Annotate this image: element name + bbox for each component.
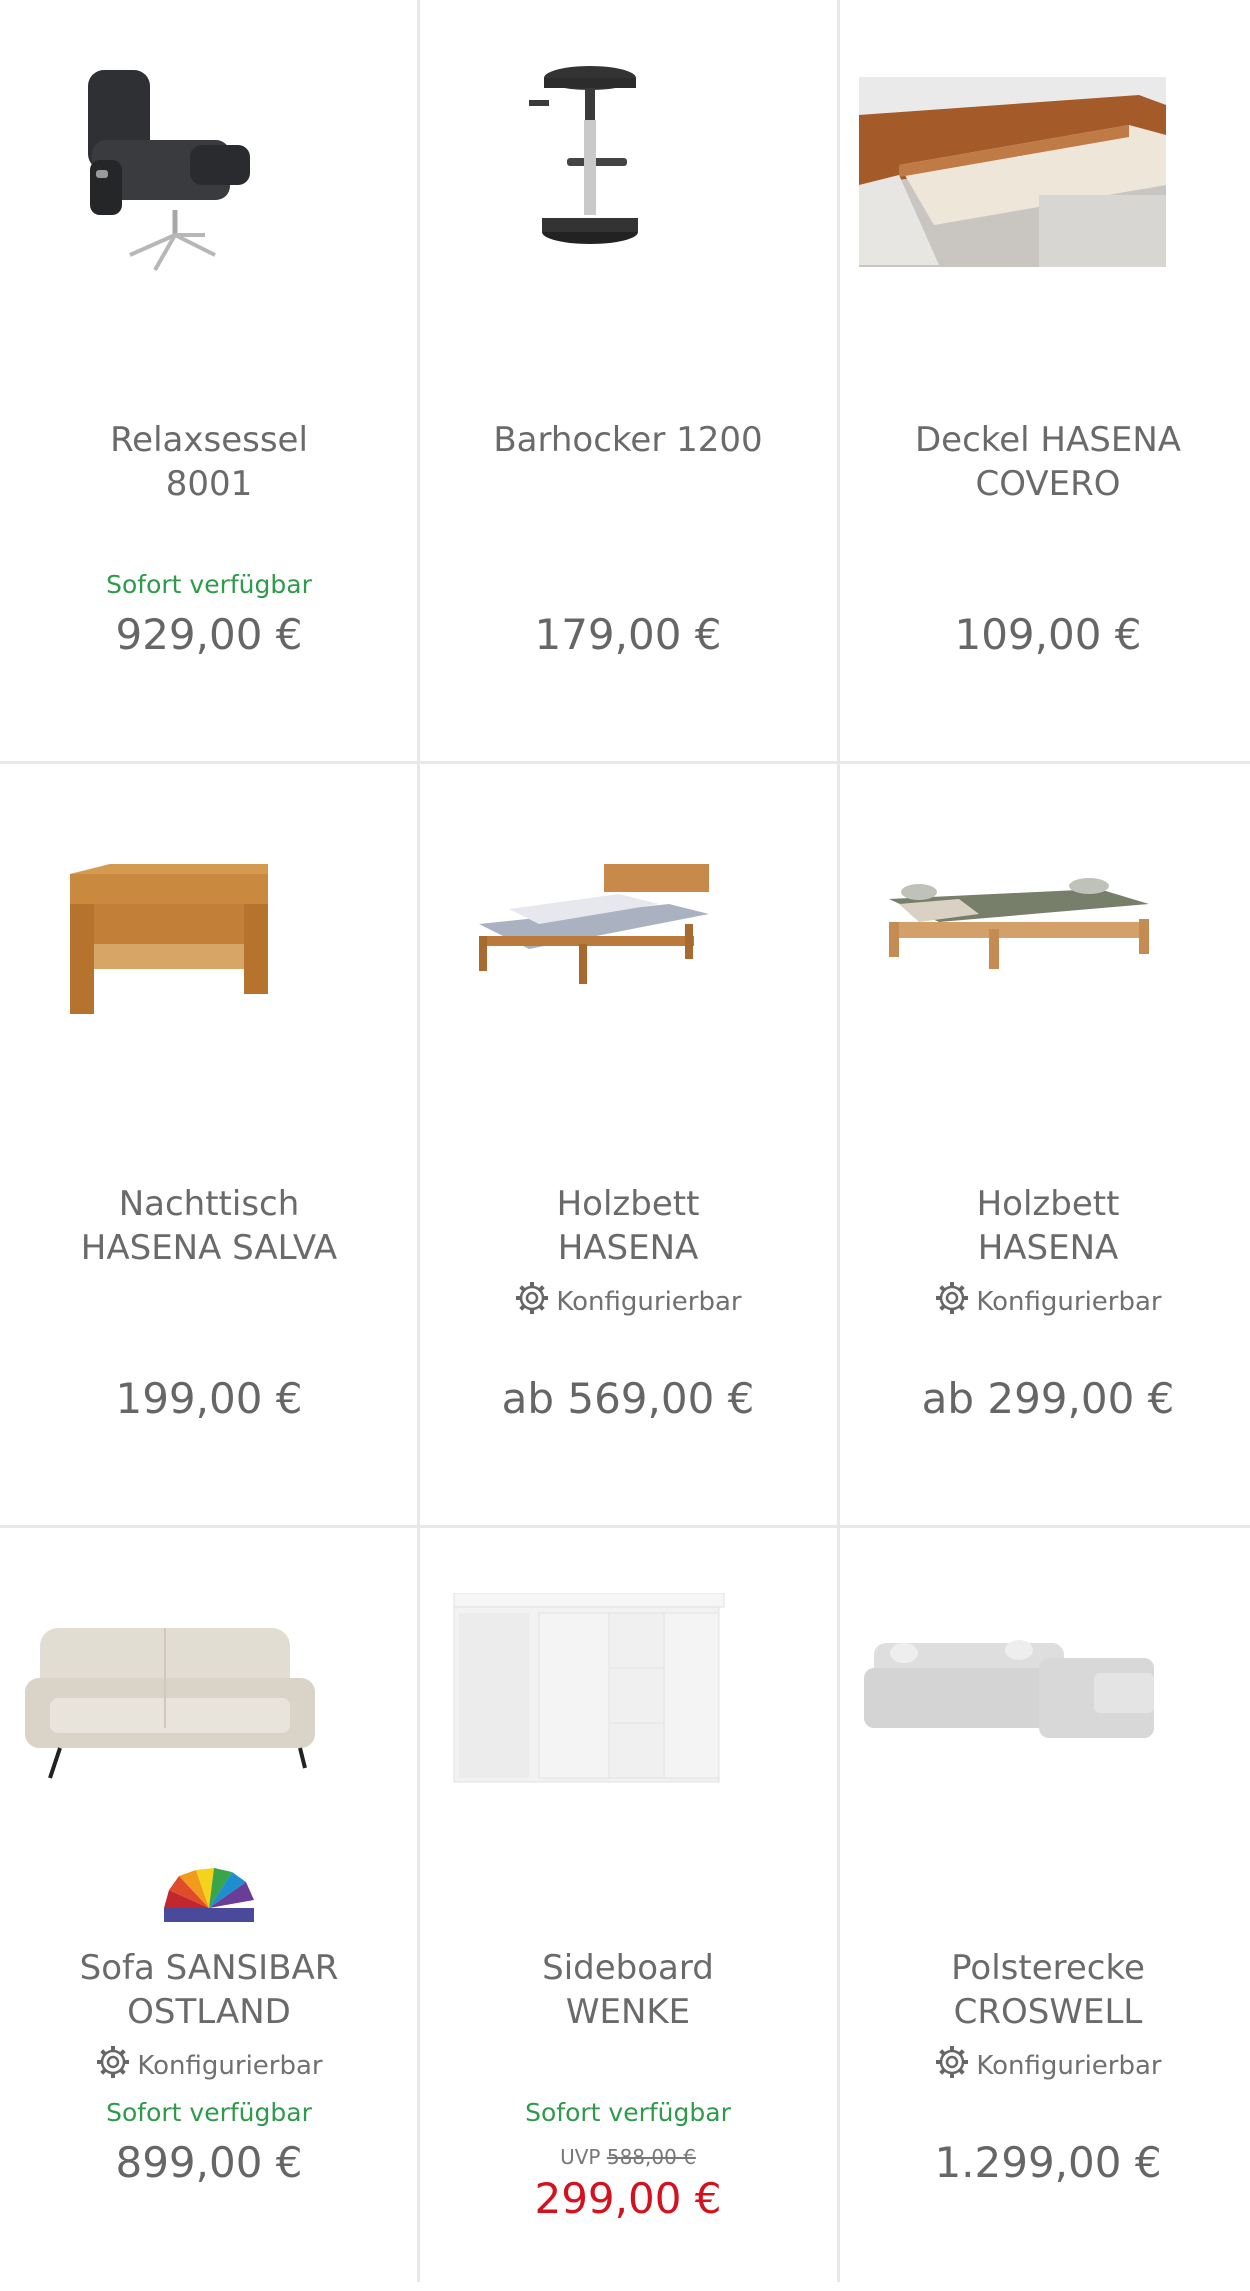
color-fan-logo [0,1868,418,1923]
gear-icon [95,2044,131,2087]
availability-label: Sofort verfügbar [106,2098,312,2127]
corner-sofa-image[interactable] [839,1588,1250,1788]
product-card[interactable]: Sideboard WENKE Sofort verfügbar UVP 588… [419,1528,837,2291]
white-sideboard-image[interactable] [419,1592,837,1793]
product-title-line: Deckel HASENA [914,420,1182,460]
sale-price: 299,00 € [534,2174,722,2223]
product-title[interactable]: Relaxsessel 8001 [20,418,398,506]
sofa-image[interactable] [0,1588,418,1788]
product-title-line: CROSWELL [953,1992,1143,2032]
gear-icon [934,2044,970,2087]
gear-icon [514,1280,550,1323]
product-card[interactable]: Barhocker 1200 179,00 € [419,0,837,763]
availability-label: Sofort verfügbar [525,2098,731,2127]
product-title[interactable]: Barhocker 1200 [439,418,817,462]
recliner-armchair-image[interactable] [0,60,418,280]
product-price: 199,00 € [115,1374,303,1423]
product-title[interactable]: Holzbett HASENA [439,1182,817,1270]
product-title-line: 8001 [165,464,253,504]
product-title-line: WENKE [565,1992,691,2032]
bar-stool-image[interactable] [419,60,837,280]
product-title-line: Nachttisch [118,1184,300,1224]
configurable-label: Konfigurierbar [556,1286,742,1317]
product-title[interactable]: Deckel HASENA COVERO [859,418,1237,506]
gear-icon [934,1280,970,1323]
product-title[interactable]: Holzbett HASENA [859,1182,1237,1270]
product-title-line: OSTLAND [127,1992,291,2032]
configurable-label: Konfigurierbar [976,2050,1162,2081]
product-card[interactable]: Holzbett HASENA Konfigurierbar ab 299,00… [839,764,1250,1527]
product-title[interactable]: Sofa SANSIBAR OSTLAND [20,1946,398,2034]
product-price: ab 299,00 € [921,1374,1175,1423]
product-title[interactable]: Polsterecke CROSWELL [859,1946,1237,2034]
product-title[interactable]: Nachttisch HASENA SALVA [20,1182,398,1270]
product-title-line: HASENA SALVA [80,1228,338,1268]
product-price: 179,00 € [534,610,722,659]
product-title-line: Barhocker 1200 [493,420,763,460]
product-card[interactable]: Sofa SANSIBAR OSTLAND Konfigurierbar Sof… [0,1528,418,2291]
configurable-badge: Konfigurierbar [0,2044,418,2087]
product-card[interactable]: Polsterecke CROSWELL Konfigurierbar 1.29… [839,1528,1250,2291]
configurable-badge: Konfigurierbar [839,2044,1250,2087]
product-title-line: Holzbett [556,1184,700,1224]
product-price: 929,00 € [115,610,303,659]
wood-bed-image[interactable] [419,844,837,994]
nightstand-image[interactable] [0,824,418,1024]
configurable-label: Konfigurierbar [976,1286,1162,1317]
product-card[interactable]: Holzbett HASENA Konfigurierbar ab 569,00… [419,764,837,1527]
product-title-line: Polsterecke [951,1948,1145,1988]
product-title[interactable]: Sideboard WENKE [439,1946,817,2034]
product-title-line: Sideboard [542,1948,714,1988]
configurable-badge: Konfigurierbar [839,1280,1250,1323]
product-title-line: Sofa SANSIBAR [79,1948,339,1988]
product-card[interactable]: Relaxsessel 8001 Sofort verfügbar 929,00… [0,0,418,763]
product-grid: Relaxsessel 8001 Sofort verfügbar 929,00… [0,0,1250,2282]
uvp-label: UVP [560,2145,601,2169]
product-title-line: COVERO [975,464,1121,504]
product-title-line: Holzbett [976,1184,1120,1224]
availability-label: Sofort verfügbar [106,570,312,599]
product-card[interactable]: Nachttisch HASENA SALVA 199,00 € [0,764,418,1527]
product-price: 109,00 € [954,610,1142,659]
configurable-badge: Konfigurierbar [419,1280,837,1323]
product-title-line: Relaxsessel [110,420,308,460]
bed-drawer-image[interactable] [839,75,1250,270]
uvp-original-price: 588,00 € [606,2145,696,2169]
product-price: 1.299,00 € [934,2138,1162,2187]
product-card[interactable]: Deckel HASENA COVERO 109,00 € [839,0,1250,763]
configurable-label: Konfigurierbar [137,2050,323,2081]
wood-bed-image[interactable] [839,844,1250,994]
product-title-line: HASENA [977,1228,1119,1268]
product-price: 899,00 € [115,2138,303,2187]
uvp-price: UVP 588,00 € [419,2145,837,2169]
product-title-line: HASENA [557,1228,699,1268]
product-price: ab 569,00 € [501,1374,755,1423]
